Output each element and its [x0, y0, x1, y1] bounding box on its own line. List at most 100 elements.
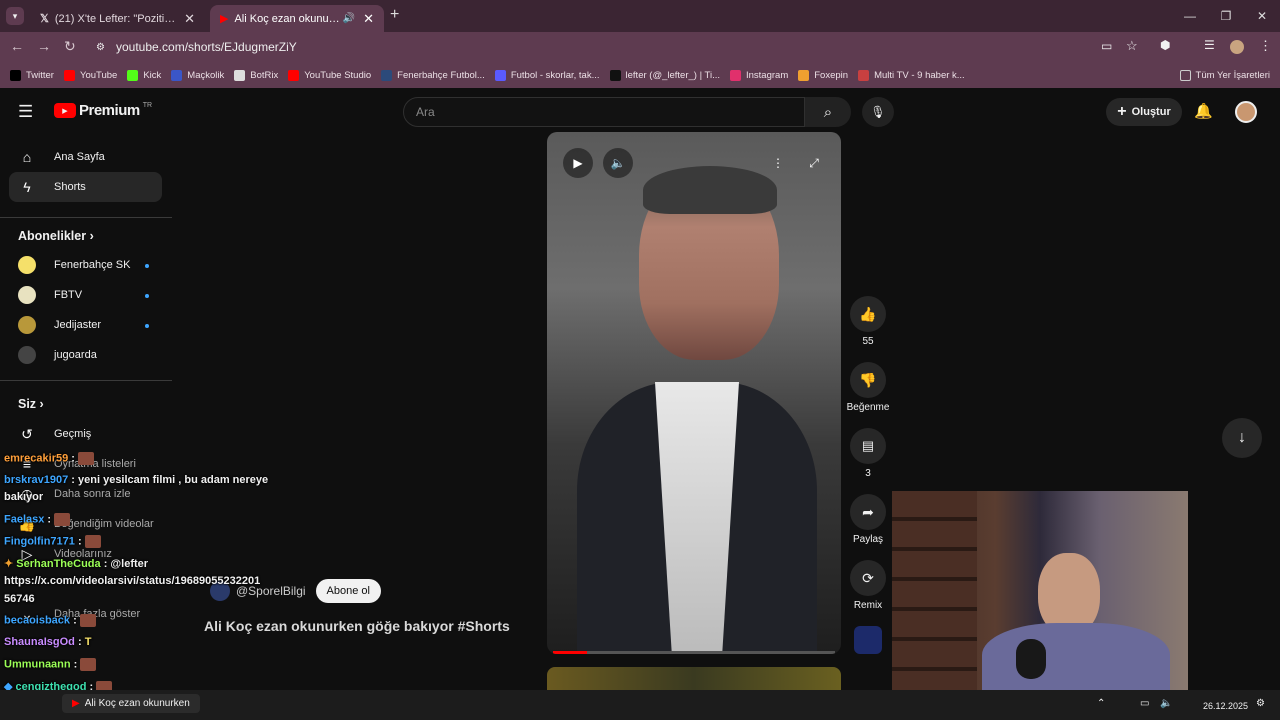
taskbar: ▶ Ali Koç ezan okunurken ⌃ ▭ 🔈 26.12.202…	[0, 690, 1280, 720]
clock-date[interactable]: 26.12.2025	[1203, 701, 1248, 711]
bookmark-mackolik[interactable]: Maçkolik	[171, 69, 224, 81]
mute-button[interactable]: 🔈	[603, 148, 633, 178]
youtube-icon: ▶	[220, 13, 229, 25]
history-icon: ↺	[21, 425, 33, 442]
tab-title: Ali Koç ezan okunurken göğ	[234, 12, 342, 25]
extension-icon[interactable]: ⬢	[1160, 38, 1170, 52]
tab-search-icon[interactable]: ▾	[6, 7, 24, 25]
close-icon[interactable]: ✕	[184, 11, 195, 27]
cast-icon[interactable]: ▭	[1101, 39, 1112, 53]
botrix-icon	[234, 69, 246, 81]
subscriptions-header[interactable]: Abonelikler ›	[18, 229, 94, 243]
progress-fill	[553, 651, 587, 654]
remix-label: Remix	[853, 600, 883, 611]
url-text: youtube.com/shorts/EJdugmerZiY	[116, 40, 297, 54]
tab-youtube[interactable]: ▶ Ali Koç ezan okunurken göğ 🔊 ✕	[210, 5, 384, 32]
comment-icon: ▤	[861, 438, 875, 453]
bookmark-foxepin[interactable]: Foxepin	[798, 69, 848, 81]
create-button[interactable]: + Oluştur	[1106, 98, 1182, 126]
tray-chevron-icon[interactable]: ⌃	[1097, 698, 1105, 709]
divider	[0, 217, 172, 218]
bookmark-futbol[interactable]: Futbol - skorlar, tak...	[494, 69, 600, 81]
tray-volume-icon[interactable]: 🔈	[1160, 698, 1172, 709]
bookmark-botrix[interactable]: BotRix	[234, 69, 278, 81]
profile-avatar[interactable]	[1230, 40, 1244, 54]
bookmarks-bar: Twitter YouTube Kick Maçkolik BotRix You…	[0, 62, 1280, 88]
new-content-dot	[145, 264, 149, 268]
tray-network-icon[interactable]: ▭	[1140, 698, 1149, 709]
minimize-button[interactable]: —	[1172, 0, 1208, 32]
subscribe-button[interactable]: Abone ol	[315, 579, 381, 603]
youtube-icon	[63, 69, 75, 81]
microphone	[1016, 639, 1046, 679]
progress-bar[interactable]	[553, 651, 835, 654]
like-button[interactable]: 👍	[850, 296, 886, 332]
emote-icon	[78, 452, 95, 465]
x-icon: 𝕏	[40, 13, 49, 25]
sidebar-item-shorts[interactable]: ϟ Shorts	[9, 172, 162, 202]
forward-button[interactable]: →	[37, 38, 51, 54]
maximize-button[interactable]: ❐	[1208, 0, 1244, 32]
sidebar-sub-fenerbahce[interactable]: Fenerbahçe SK	[9, 250, 162, 280]
sidebar-sub-jedijaster[interactable]: Jedijaster	[9, 310, 162, 340]
back-button[interactable]: ←	[10, 38, 24, 54]
all-bookmarks[interactable]: Tüm Yer İşaretleri	[1179, 69, 1270, 81]
close-window-button[interactable]: ✕	[1244, 0, 1280, 32]
bookmark-youtube[interactable]: YouTube	[63, 69, 117, 81]
multitv-icon	[858, 69, 870, 81]
tab-x[interactable]: 𝕏 (21) X'te Lefter: "Pozitif anlamda ✕	[30, 5, 205, 32]
chat-message: Fingolfin7171 :	[4, 535, 101, 548]
fullscreen-button[interactable]: ⤢	[799, 148, 829, 178]
more-vert-icon: ⋮	[772, 156, 784, 170]
chat-message: ShaunaIsgOd : T	[4, 636, 92, 648]
bookmark-multitv[interactable]: Multi TV - 9 haber k...	[858, 69, 965, 81]
new-content-dot	[145, 294, 149, 298]
arrow-down-icon: ↓	[1238, 429, 1246, 446]
address-bar-row: ← → ↻ ⚙ youtube.com/shorts/EJdugmerZiY ▭…	[0, 32, 1280, 62]
url-field[interactable]: ⚙ youtube.com/shorts/EJdugmerZiY	[88, 35, 1148, 59]
bookmark-fenerbahce[interactable]: Fenerbahçe Futbol...	[381, 69, 485, 81]
reload-button[interactable]: ↻	[64, 38, 76, 55]
share-button[interactable]: ➦	[850, 494, 886, 530]
close-icon[interactable]: ✕	[363, 11, 374, 27]
comments-button[interactable]: ▤	[850, 428, 886, 464]
bookshelf	[892, 491, 977, 696]
badge-icon: ✦	[4, 558, 14, 570]
media-control-icon[interactable]: ☰	[1204, 38, 1215, 52]
account-avatar[interactable]	[1235, 101, 1257, 123]
search-button[interactable]: ⌕	[805, 97, 851, 127]
chat-message: 56746	[4, 593, 35, 605]
search-input[interactable]: Ara	[403, 97, 805, 127]
dislike-button[interactable]: 👎	[850, 362, 886, 398]
bookmark-instagram[interactable]: Instagram	[730, 69, 788, 81]
remix-button[interactable]: ⟳	[850, 560, 886, 596]
speaker-icon[interactable]: 🔊	[343, 13, 355, 24]
you-header[interactable]: Siz ›	[18, 397, 44, 411]
bookmark-kick[interactable]: Kick	[127, 69, 161, 81]
notifications-bell-icon[interactable]: 🔔	[1194, 102, 1213, 120]
notification-icon[interactable]: ⚙	[1256, 698, 1265, 709]
sidebar-sub-fbtv[interactable]: FBTV	[9, 280, 162, 310]
tab-title: (21) X'te Lefter: "Pozitif anlamda	[54, 12, 177, 25]
next-short-preview	[547, 667, 841, 690]
next-video-button[interactable]: ↓	[1222, 418, 1262, 458]
voice-search-button[interactable]: 🎙	[862, 97, 894, 127]
bookmark-twitter[interactable]: Twitter	[10, 69, 54, 81]
new-tab-button[interactable]: +	[390, 6, 399, 24]
shorts-video-player[interactable]: ▶ 🔈 ⋮ ⤢	[547, 132, 841, 654]
site-info-icon[interactable]: ⚙	[96, 42, 105, 53]
sidebar-item-home[interactable]: ⌂ Ana Sayfa	[9, 142, 162, 172]
bookmark-youtube-studio[interactable]: YouTube Studio	[288, 69, 371, 81]
bookmark-star-icon[interactable]: ☆	[1126, 38, 1138, 54]
stream-chat-overlay: emrecakir59 : brskrav1907 : yeni yesilca…	[0, 445, 282, 720]
sound-thumbnail[interactable]	[854, 626, 882, 654]
divider	[0, 380, 172, 381]
taskbar-app-button[interactable]: ▶ Ali Koç ezan okunurken	[62, 694, 200, 713]
play-button[interactable]: ▶	[563, 148, 593, 178]
bookmark-tiktok[interactable]: lefter (@_lefter_) | Ti...	[609, 69, 720, 81]
browser-menu-icon[interactable]: ⋮	[1259, 38, 1272, 54]
instagram-icon	[730, 69, 741, 81]
sidebar-sub-jugoarda[interactable]: jugoarda	[9, 340, 162, 370]
globe-icon	[381, 69, 393, 81]
more-options-button[interactable]: ⋮	[763, 148, 793, 178]
